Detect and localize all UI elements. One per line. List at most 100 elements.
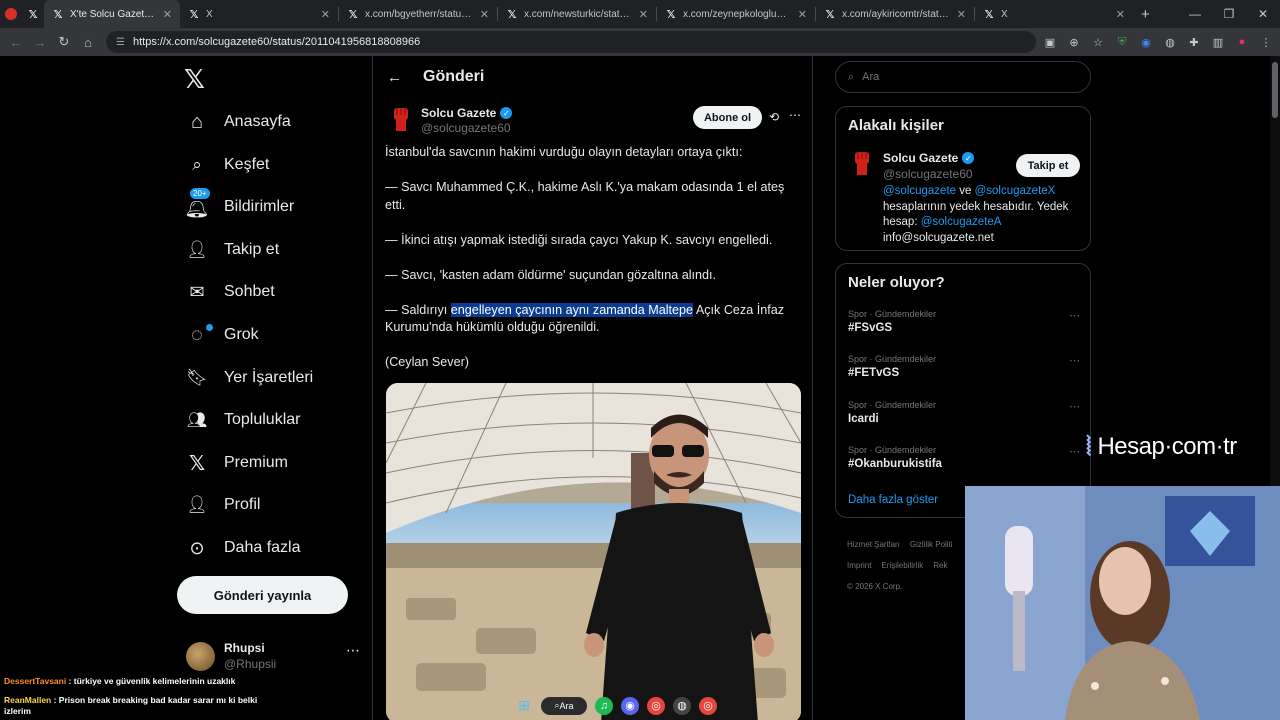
follow-button[interactable]: Takip et xyxy=(1016,154,1080,177)
browser-toolbar: ← → ↻ ⌂ ☰ https://x.com/solcugazete60/st… xyxy=(0,28,1280,56)
trend-item[interactable]: Spor · Gündemdekiler #FETvGS ⋯ xyxy=(848,354,1080,379)
browser-tab[interactable]: 𝕏 x.com/aykiricomtr/status/2011 ✕ xyxy=(816,0,974,28)
trend-item[interactable]: Spor · Gündemdekiler #FSvGS ⋯ xyxy=(848,309,1080,334)
obs-icon[interactable]: ◍ xyxy=(673,696,691,715)
nav-label: Bildirimler xyxy=(224,198,295,215)
extensions-puzzle-icon[interactable]: ✚ xyxy=(1186,36,1202,49)
windows-start-icon[interactable]: ⊞ xyxy=(515,697,533,715)
close-tab-icon[interactable]: ✕ xyxy=(798,8,807,21)
footer-link[interactable]: Gizlilik Politi xyxy=(910,540,953,549)
close-tab-icon[interactable]: ✕ xyxy=(639,8,648,21)
zoom-icon[interactable]: ⊕ xyxy=(1066,36,1082,49)
browser-tab[interactable]: 𝕏 xyxy=(22,0,44,28)
nav-item-communities[interactable]: 👥︎ Topluluklar xyxy=(184,402,301,438)
nav-item-follow[interactable]: 👤︎ Takip et xyxy=(184,232,279,268)
x-logo-icon[interactable]: 𝕏 xyxy=(184,64,205,95)
browser-tab[interactable] xyxy=(0,0,22,28)
nav-item-premium[interactable]: 𝕏 Premium xyxy=(184,445,288,481)
browser-tab[interactable]: 𝕏 X ✕ xyxy=(975,0,1133,28)
maximize-icon[interactable]: ❐ xyxy=(1212,7,1246,21)
close-tab-icon[interactable]: ✕ xyxy=(957,8,966,21)
nav-item-grok[interactable]: ◌ Grok xyxy=(184,317,259,353)
copyright: © 2026 X Corp. xyxy=(847,582,903,591)
x-favicon-icon: 𝕏 xyxy=(53,8,63,21)
more-dots-icon[interactable]: ⋯ xyxy=(1069,400,1080,413)
close-tab-icon[interactable]: ✕ xyxy=(480,8,489,21)
subscribe-button[interactable]: Abone ol xyxy=(693,106,762,129)
nav-item-notifications[interactable]: 🔔︎ 20+ Bildirimler xyxy=(184,185,295,225)
author-handle[interactable]: @solcugazete60 xyxy=(421,121,511,135)
close-tab-icon[interactable]: ✕ xyxy=(321,8,330,21)
back-arrow-icon[interactable]: ← xyxy=(387,69,402,86)
taskbar-search[interactable]: ⌕ Ara xyxy=(541,696,587,715)
related-handle[interactable]: @solcugazete60 xyxy=(883,167,973,181)
chrome-icon[interactable]: ◎ xyxy=(647,696,665,715)
bookmark-star-icon[interactable]: ☆ xyxy=(1090,36,1106,49)
browser-tab[interactable]: 𝕏 X ✕ xyxy=(180,0,338,28)
more-dots-icon[interactable]: ⋯ xyxy=(346,642,360,659)
post-button[interactable]: Gönderi yayınla xyxy=(177,576,348,614)
forward-icon[interactable]: → xyxy=(28,35,52,50)
bell-icon: 🔔︎ 20+ xyxy=(184,185,212,220)
cast-icon[interactable]: ▣ xyxy=(1042,36,1058,49)
shield-extension-icon[interactable]: ⛨ xyxy=(1114,36,1130,49)
trend-tag: #FETvGS xyxy=(848,367,900,379)
extension-icon[interactable]: ◍ xyxy=(1162,36,1178,49)
sidepanel-icon[interactable]: ▥ xyxy=(1210,36,1226,49)
new-tab-button[interactable]: + xyxy=(1141,6,1150,23)
chrome-icon[interactable]: ◎ xyxy=(699,696,717,715)
nav-item-explore[interactable]: ⌕ Keşfet xyxy=(184,147,269,183)
more-dots-icon[interactable]: ⋯ xyxy=(1069,445,1080,458)
nav-item-home[interactable]: ⌂ Anasayfa xyxy=(184,104,291,140)
minimize-icon[interactable]: — xyxy=(1178,7,1212,21)
author-name[interactable]: Solcu Gazete ✓ xyxy=(421,106,513,120)
audio-extension-icon[interactable]: ◉ xyxy=(1138,36,1154,49)
menu-dots-icon[interactable]: ⋮ xyxy=(1258,36,1274,49)
related-name[interactable]: Solcu Gazete ✓ xyxy=(883,151,975,165)
nav-label: Grok xyxy=(224,326,259,343)
discord-icon[interactable]: ◉ xyxy=(621,696,639,715)
browser-tab[interactable]: 𝕏 x.com/zeynepkologluu/status/2 ✕ xyxy=(657,0,815,28)
more-dots-icon[interactable]: ⋯ xyxy=(1069,354,1080,367)
browser-tab[interactable]: 𝕏 x.com/newsturkic/status/2011 ✕ xyxy=(498,0,656,28)
mention-link[interactable]: @solcugazeteA xyxy=(921,216,1002,228)
tweet-photo[interactable] xyxy=(386,383,801,720)
address-bar[interactable]: ☰ https://x.com/solcugazete60/status/201… xyxy=(106,31,1036,53)
trend-item[interactable]: Spor · Gündemdekiler #Okanburukistifa ⋯ xyxy=(848,445,1080,470)
home-icon[interactable]: ⌂ xyxy=(76,35,100,50)
search-input[interactable]: ⌕ Ara xyxy=(835,61,1091,93)
scrollbar-thumb[interactable] xyxy=(1272,62,1278,118)
trend-item[interactable]: Spor · Gündemdekiler Icardi ⋯ xyxy=(848,400,1080,425)
close-window-icon[interactable]: ✕ xyxy=(1246,7,1280,21)
spotify-icon[interactable]: ♫ xyxy=(595,696,613,715)
tab-title: x.com/zeynepkologluu/status/2 xyxy=(683,8,792,20)
tab-title: X xyxy=(1001,8,1008,20)
profile-avatar-icon[interactable]: ● xyxy=(1234,36,1250,48)
site-info-icon[interactable]: ☰ xyxy=(116,37,125,48)
related-avatar[interactable] xyxy=(848,149,876,177)
account-switcher[interactable]: Rhupsi @Rhupsii ⋯ xyxy=(186,638,366,674)
more-dots-icon[interactable]: ⋯ xyxy=(1069,309,1080,322)
close-tab-icon[interactable]: ✕ xyxy=(163,8,172,21)
reload-icon[interactable]: ↻ xyxy=(52,34,76,50)
close-tab-icon[interactable]: ✕ xyxy=(1116,8,1125,21)
more-dots-icon[interactable]: ⋯ xyxy=(789,108,801,122)
browser-tab-active[interactable]: 𝕏 X'te Solcu Gazete: "İstanbul' ✕ xyxy=(44,0,180,28)
author-avatar[interactable] xyxy=(387,105,415,133)
footer-link[interactable]: Rek xyxy=(933,561,947,570)
mention-link[interactable]: @solcugazete xyxy=(883,185,956,197)
nav-item-bookmarks[interactable]: 🔖︎ Yer İşaretleri xyxy=(184,360,313,396)
footer-link[interactable]: Erişilebilirlik xyxy=(881,561,923,570)
footer-link[interactable]: Hizmet Şartları xyxy=(847,540,900,549)
watermark-text: Hesap·com·tr xyxy=(1097,433,1237,460)
footer-link[interactable]: Imprint xyxy=(847,561,871,570)
grok-explain-icon[interactable]: ⟲ xyxy=(769,110,779,124)
show-more-link[interactable]: Daha fazla göster xyxy=(848,494,938,506)
app-favicon-icon xyxy=(5,8,17,20)
mention-link[interactable]: @solcugazeteX xyxy=(975,185,1056,197)
nav-item-profile[interactable]: 👤︎ Profil xyxy=(184,487,260,523)
nav-item-more[interactable]: ⊙ Daha fazla xyxy=(184,530,300,566)
back-icon[interactable]: ← xyxy=(4,35,28,50)
browser-tab[interactable]: 𝕏 x.com/bgyetherr/status/20110 ✕ xyxy=(339,0,497,28)
nav-item-chat[interactable]: ✉ Sohbet xyxy=(184,274,274,310)
